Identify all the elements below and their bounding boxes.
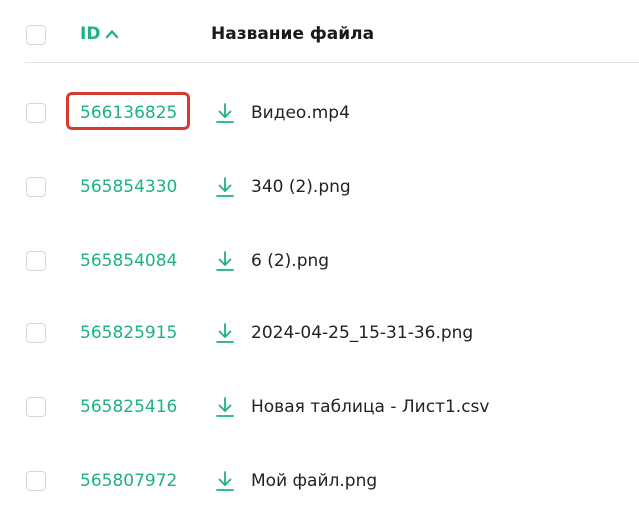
row-checkbox[interactable]	[26, 177, 46, 197]
table-row: 565854084 6 (2).png	[0, 236, 639, 286]
file-name[interactable]: Мой файл.png	[251, 466, 377, 496]
table-row: 565825915 2024-04-25_15-31-36.png	[0, 308, 639, 358]
file-id-link[interactable]: 566136825	[80, 98, 177, 128]
chevron-up-icon	[106, 30, 119, 39]
table-row: 566136825 Видео.mp4	[0, 88, 639, 138]
download-icon[interactable]	[214, 250, 236, 272]
file-name[interactable]: Видео.mp4	[251, 98, 350, 128]
table-header: ID Название файла	[0, 0, 639, 64]
header-divider	[25, 62, 639, 63]
download-icon[interactable]	[214, 396, 236, 418]
file-name[interactable]: Новая таблица - Лист1.csv	[251, 392, 489, 422]
file-name[interactable]: 2024-04-25_15-31-36.png	[251, 318, 473, 348]
file-id-link[interactable]: 565854330	[80, 172, 177, 202]
file-id-link[interactable]: 565807972	[80, 466, 177, 496]
row-checkbox[interactable]	[26, 471, 46, 491]
id-column-label: ID	[80, 24, 101, 44]
row-checkbox[interactable]	[26, 323, 46, 343]
id-sort-header[interactable]: ID	[80, 20, 120, 48]
row-checkbox[interactable]	[26, 103, 46, 123]
row-checkbox[interactable]	[26, 251, 46, 271]
download-icon[interactable]	[214, 470, 236, 492]
file-id-link[interactable]: 565854084	[80, 246, 177, 276]
download-icon[interactable]	[214, 176, 236, 198]
download-icon[interactable]	[214, 102, 236, 124]
download-icon[interactable]	[214, 322, 236, 344]
table-row: 565825416 Новая таблица - Лист1.csv	[0, 382, 639, 432]
table-row: 565807972 Мой файл.png	[0, 456, 639, 506]
row-checkbox[interactable]	[26, 397, 46, 417]
file-name[interactable]: 6 (2).png	[251, 246, 329, 276]
file-table: ID Название файла 566136825 Видео.mp4 56…	[0, 0, 639, 516]
table-row: 565854330 340 (2).png	[0, 162, 639, 212]
file-id-link[interactable]: 565825915	[80, 318, 177, 348]
file-id-link[interactable]: 565825416	[80, 392, 177, 422]
select-all-checkbox[interactable]	[26, 25, 46, 45]
file-name[interactable]: 340 (2).png	[251, 172, 351, 202]
file-name-column-header: Название файла	[211, 24, 375, 44]
